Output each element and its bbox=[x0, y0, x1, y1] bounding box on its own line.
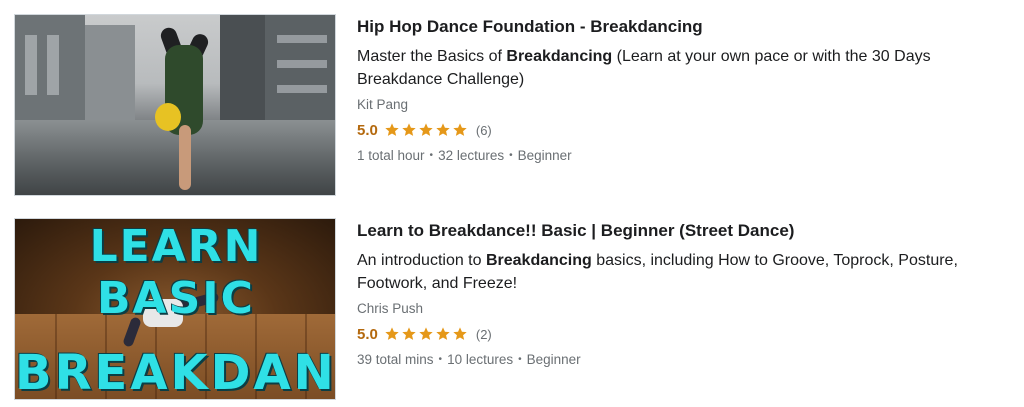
lecture-count: 32 lectures bbox=[438, 148, 505, 163]
duration: 1 total hour bbox=[357, 148, 425, 163]
star-icon bbox=[418, 122, 434, 138]
course-thumbnail[interactable] bbox=[14, 14, 336, 196]
separator: • bbox=[518, 354, 522, 365]
instructor-name: Kit Pang bbox=[357, 97, 409, 112]
course-thumbnail[interactable]: LEARN BASIC BREAKDANCE bbox=[14, 218, 336, 400]
rating-row: 5.0 (2) bbox=[357, 324, 1007, 344]
instructor-name: Chris Push bbox=[357, 301, 424, 316]
level: Beginner bbox=[517, 148, 572, 163]
thumbnail-caption-bottom: BREAKDANCE bbox=[15, 345, 336, 400]
star-icon bbox=[452, 326, 468, 342]
rating-count: (2) bbox=[475, 326, 492, 342]
star-icon bbox=[418, 326, 434, 342]
rating-value: 5.0 bbox=[357, 325, 378, 343]
star-icon bbox=[401, 122, 417, 138]
course-meta: 1 total hour • 32 lectures • Beginner bbox=[357, 148, 1007, 163]
course-card[interactable]: Hip Hop Dance Foundation - Breakdancing … bbox=[0, 14, 1024, 198]
course-title[interactable]: Learn to Breakdance!! Basic | Beginner (… bbox=[357, 219, 1007, 243]
star-icon bbox=[401, 326, 417, 342]
star-icon bbox=[435, 326, 451, 342]
course-info: Hip Hop Dance Foundation - Breakdancing … bbox=[357, 14, 1007, 163]
separator: • bbox=[509, 150, 513, 161]
thumbnail-caption-top: LEARN BASIC bbox=[89, 221, 263, 324]
course-card[interactable]: LEARN BASIC BREAKDANCE Learn to Breakdan… bbox=[0, 218, 1024, 402]
rating-count: (6) bbox=[475, 122, 492, 138]
separator: • bbox=[438, 354, 443, 365]
course-info: Learn to Breakdance!! Basic | Beginner (… bbox=[357, 218, 1007, 367]
level: Beginner bbox=[526, 352, 581, 367]
rating-row: 5.0 (6) bbox=[357, 120, 1007, 140]
star-rating bbox=[384, 326, 469, 342]
course-headline: Master the Basics of Breakdancing (Learn… bbox=[357, 48, 931, 88]
star-icon bbox=[435, 122, 451, 138]
course-headline: An introduction to Breakdancing basics, … bbox=[357, 252, 958, 292]
star-rating bbox=[384, 122, 469, 138]
star-icon bbox=[384, 122, 400, 138]
separator: • bbox=[429, 150, 434, 161]
duration: 39 total mins bbox=[357, 352, 434, 367]
star-icon bbox=[452, 122, 468, 138]
course-title[interactable]: Hip Hop Dance Foundation - Breakdancing bbox=[357, 15, 1007, 39]
rating-value: 5.0 bbox=[357, 121, 378, 139]
lecture-count: 10 lectures bbox=[447, 352, 514, 367]
star-icon bbox=[384, 326, 400, 342]
course-meta: 39 total mins • 10 lectures • Beginner bbox=[357, 352, 1007, 367]
